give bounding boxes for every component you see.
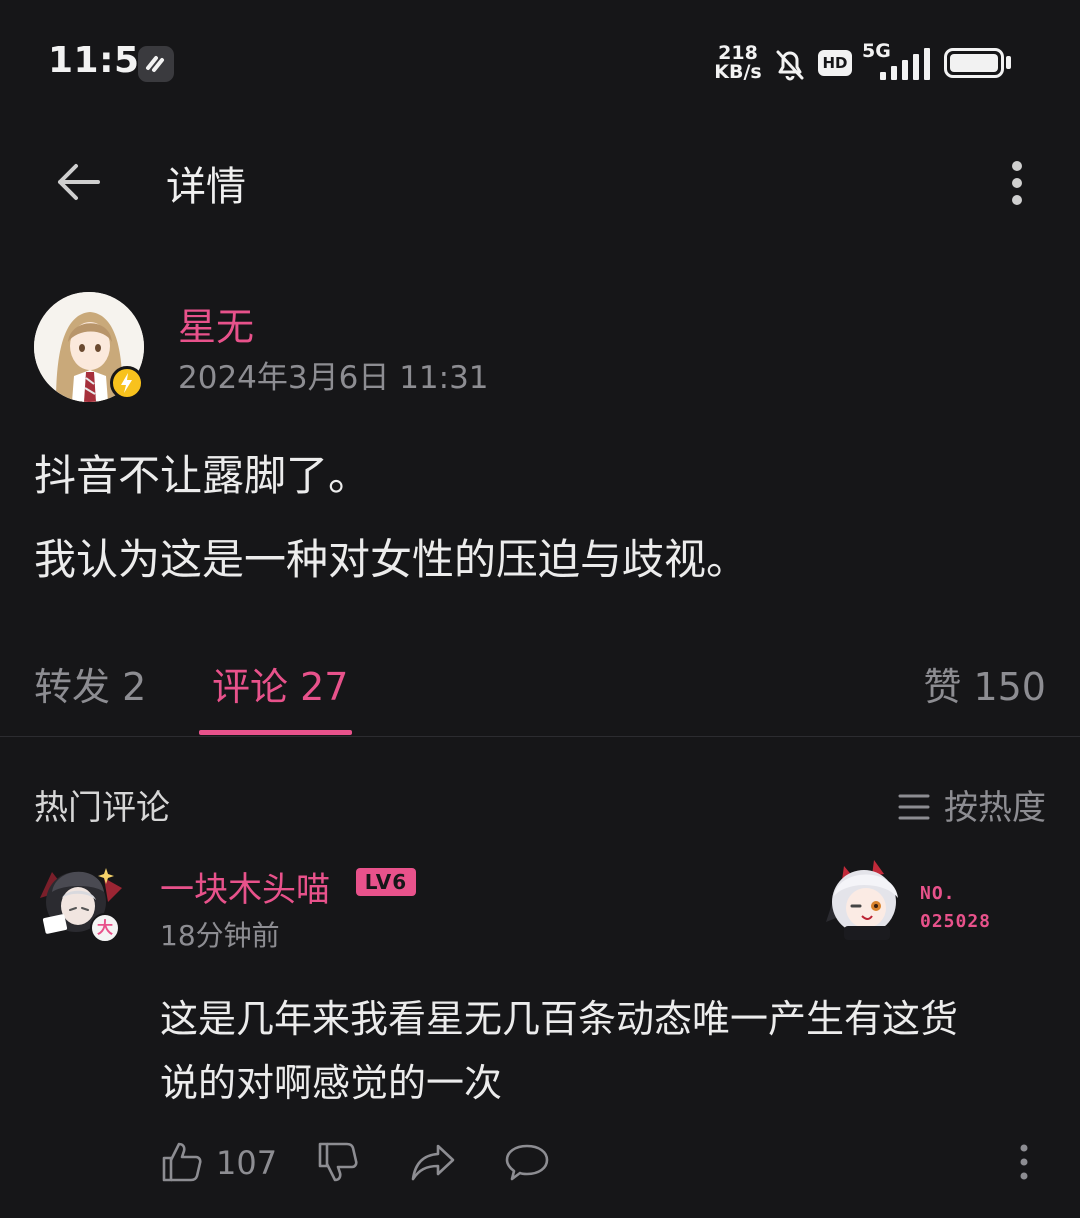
commenter-tag-badge: 大 bbox=[90, 913, 120, 943]
tab-likes[interactable]: 赞 150 bbox=[923, 656, 1046, 711]
fan-number-label: NO. bbox=[920, 883, 956, 904]
like-count: 107 bbox=[216, 1144, 278, 1182]
back-arrow-icon[interactable] bbox=[52, 156, 104, 208]
hot-comments-title: 热门评论 bbox=[34, 788, 170, 828]
fan-number-value: 025028 bbox=[920, 911, 992, 932]
level-badge: LV6 bbox=[356, 868, 416, 896]
sort-label: 按热度 bbox=[944, 788, 1046, 828]
thumbs-up-icon bbox=[162, 1142, 202, 1182]
detail-page: 11:51 218 KB/s HD 5G 详情 星无 2024年3月6日 11:… bbox=[0, 0, 1080, 1218]
post-timestamp: 2024年3月6日 11:31 bbox=[178, 360, 489, 396]
active-tab-indicator bbox=[199, 730, 352, 735]
tab-repost[interactable]: 转发 2 bbox=[34, 656, 146, 711]
battery-icon bbox=[944, 48, 1004, 78]
more-options-icon[interactable] bbox=[1000, 158, 1034, 208]
share-arrow-icon bbox=[411, 1144, 455, 1181]
signal-icon bbox=[880, 48, 932, 84]
network-speed: 218 KB/s bbox=[712, 44, 764, 82]
status-bar: 11:51 218 KB/s HD 5G bbox=[0, 0, 1080, 130]
post-text-line: 抖音不让露脚了。 bbox=[34, 451, 371, 500]
comment-timestamp: 18分钟前 bbox=[160, 919, 280, 952]
tab-comments[interactable]: 评论 27 bbox=[212, 656, 348, 711]
comment-bubble-icon bbox=[505, 1144, 549, 1181]
like-button[interactable] bbox=[160, 1140, 204, 1188]
reply-button[interactable] bbox=[504, 1140, 550, 1188]
page-title: 详情 bbox=[166, 164, 246, 210]
comment-more-icon[interactable] bbox=[1014, 1142, 1034, 1182]
author-name[interactable]: 星无 bbox=[178, 296, 254, 351]
hd-voice-badge: HD bbox=[818, 50, 852, 76]
bell-off-icon bbox=[770, 44, 810, 88]
comment-text-line: 说的对啊感觉的一次 bbox=[160, 1061, 503, 1105]
app-notification-icon bbox=[138, 46, 174, 82]
divider bbox=[0, 736, 1080, 737]
menu-lines-icon bbox=[898, 790, 930, 830]
commenter-name[interactable]: 一块木头喵 bbox=[160, 862, 330, 911]
lightning-badge-icon bbox=[110, 366, 144, 400]
fan-number: NO. 025028 bbox=[920, 880, 991, 936]
network-speed-unit: KB/s bbox=[714, 61, 762, 83]
share-button[interactable] bbox=[410, 1140, 456, 1188]
post-text-line: 我认为这是一种对女性的压迫与歧视。 bbox=[34, 535, 749, 584]
battery-cap bbox=[1006, 56, 1011, 69]
comment-text-line: 这是几年来我看星无几百条动态唯一产生有这货 bbox=[160, 997, 959, 1041]
sort-button[interactable]: 按热度 bbox=[898, 780, 1046, 830]
dislike-button[interactable] bbox=[316, 1140, 360, 1188]
thumbs-down-icon bbox=[318, 1142, 358, 1182]
